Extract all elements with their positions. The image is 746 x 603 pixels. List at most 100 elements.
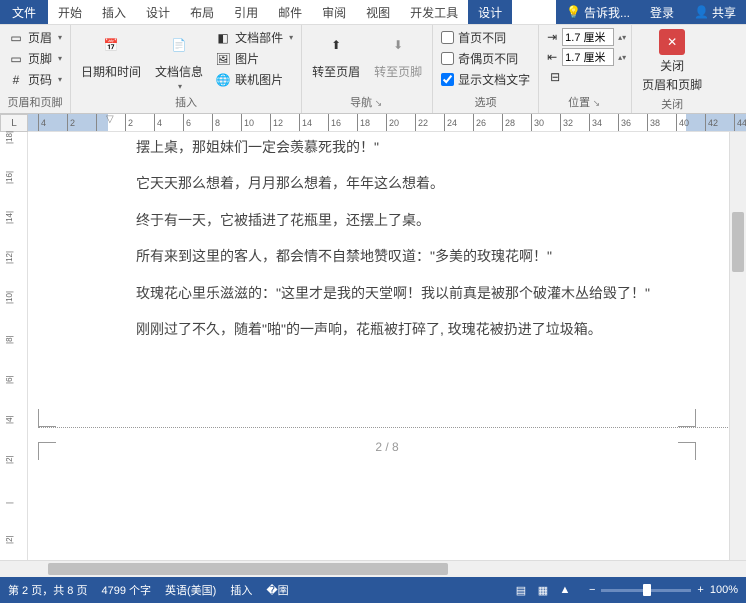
goto-footer-label: 转至页脚 (374, 63, 422, 80)
menu-references[interactable]: 引用 (224, 0, 268, 24)
menu-review[interactable]: 审阅 (312, 0, 356, 24)
footer-distance-spinner[interactable]: ⇤▴▾ (543, 47, 627, 67)
ruler-tick: 10 (241, 114, 254, 132)
zoom-slider-thumb[interactable] (643, 584, 651, 596)
share-icon: 👤 (694, 5, 709, 19)
share-label: 共享 (712, 4, 736, 21)
tell-me-label: 告诉我... (584, 4, 630, 21)
paragraph[interactable]: 终于有一天，它被插进了花瓶里，还摆上了桌。 (136, 209, 696, 231)
scrollbar-thumb[interactable] (48, 563, 448, 575)
ribbon: ▭页眉▾ ▭页脚▾ #页码▾ 页眉和页脚 📅日期和时间 📄文档信息▾ ◧文档部件… (0, 25, 746, 114)
indent-marker[interactable]: ▽ (106, 114, 114, 125)
dropdown-icon: ▾ (289, 33, 293, 42)
share-button[interactable]: 👤共享 (684, 0, 746, 24)
header-distance-spinner[interactable]: ⇥ ▴▾ (543, 27, 627, 47)
docinfo-button[interactable]: 📄文档信息▾ (149, 27, 209, 93)
paragraph[interactable]: 摆上桌，那姐妹们一定会羡慕死我的！" (136, 136, 696, 158)
zoom-slider[interactable] (601, 589, 691, 592)
diff-odd-even-checkbox[interactable]: 奇偶页不同 (437, 48, 534, 69)
dialog-launcher[interactable]: ↘ (590, 98, 602, 108)
status-track[interactable]: �圉 (266, 582, 288, 598)
spinner-icon[interactable]: ▴▾ (618, 33, 626, 42)
page-number-icon: # (8, 72, 24, 88)
dropdown-icon: ▾ (178, 82, 182, 91)
page-number-button[interactable]: #页码▾ (4, 69, 66, 90)
page-corner-mark (38, 409, 56, 427)
footer-button[interactable]: ▭页脚▾ (4, 48, 66, 69)
diff-first-input[interactable] (441, 31, 454, 44)
goto-header-button[interactable]: ⬆转至页眉 (306, 27, 366, 82)
docparts-button[interactable]: ◧文档部件▾ (211, 27, 297, 48)
view-web-layout[interactable]: ▲ (555, 581, 575, 599)
page-number-display[interactable]: 2 / 8 (28, 440, 746, 454)
horizontal-ruler[interactable]: ▽ 42246810121416182022242628303234363840… (28, 114, 746, 132)
close-header-footer-button[interactable]: ✕ 关闭 页眉和页脚 (636, 27, 708, 95)
footer-distance-input[interactable] (562, 48, 614, 66)
tell-me[interactable]: 💡告诉我... (556, 0, 640, 24)
menu-mailings[interactable]: 邮件 (268, 0, 312, 24)
paragraph[interactable]: 所有来到这里的客人，都会情不自禁地赞叹道："多美的玫瑰花啊！" (136, 245, 696, 267)
horizontal-scrollbar-row (0, 560, 746, 577)
ruler-tick: 44 (734, 114, 746, 132)
ruler-tick: 32 (560, 114, 573, 132)
goto-footer-button[interactable]: ⬇转至页脚 (368, 27, 428, 82)
ruler-tick: 24 (444, 114, 457, 132)
document-page[interactable]: 摆上桌，那姐妹们一定会羡慕死我的！" 它天天那么想着，月月那么想着，年年这么想着… (28, 132, 746, 560)
status-words[interactable]: 4799 个字 (101, 582, 151, 598)
horizontal-scrollbar[interactable] (28, 561, 746, 577)
menu-developer[interactable]: 开发工具 (400, 0, 468, 24)
paragraph[interactable]: 它天天那么想着，月月那么想着，年年这么想着。 (136, 172, 696, 194)
ruler-corner[interactable]: L (0, 114, 28, 132)
ruler-tick: |8| (5, 335, 14, 344)
diff-first-checkbox[interactable]: 首页不同 (437, 27, 534, 48)
datetime-button[interactable]: 📅日期和时间 (75, 27, 147, 82)
align-tab-button[interactable]: ⊟ (543, 67, 627, 87)
diff-odd-even-input[interactable] (441, 52, 454, 65)
menu-view[interactable]: 视图 (356, 0, 400, 24)
menu-context-design[interactable]: 设计 (468, 0, 512, 24)
docparts-icon: ◧ (215, 30, 231, 46)
goto-header-icon: ⬆ (320, 29, 352, 61)
menu-home[interactable]: 开始 (48, 0, 92, 24)
vertical-ruler[interactable]: |18||16||14||12||10||8||6||4||2|||2| (0, 132, 28, 560)
online-picture-button[interactable]: 🌐联机图片 (211, 69, 297, 90)
menu-design[interactable]: 设计 (136, 0, 180, 24)
menu-right: 💡告诉我... 登录 👤共享 (556, 0, 746, 24)
vertical-scrollbar[interactable] (729, 132, 746, 560)
status-page[interactable]: 第 2 页，共 8 页 (8, 582, 87, 598)
view-print-layout[interactable]: ▦ (533, 581, 553, 599)
scrollbar-thumb[interactable] (732, 212, 744, 272)
ruler-tick: 18 (357, 114, 370, 132)
login-button[interactable]: 登录 (640, 0, 684, 24)
dialog-launcher[interactable]: ↘ (372, 98, 384, 108)
show-doc-text-input[interactable] (441, 73, 454, 86)
menu-layout[interactable]: 布局 (180, 0, 224, 24)
ruler-tick: 8 (212, 114, 220, 132)
header-label: 页眉 (28, 29, 52, 46)
spinner-icon[interactable]: ▴▾ (618, 53, 626, 62)
zoom-in-button[interactable]: + (697, 584, 703, 596)
datetime-label: 日期和时间 (81, 63, 141, 80)
picture-button[interactable]: 🖼图片 (211, 48, 297, 69)
status-language[interactable]: 英语(美国) (165, 582, 216, 598)
status-insert-mode[interactable]: 插入 (230, 582, 252, 598)
header-distance-input[interactable] (562, 28, 614, 46)
page-number-label: 页码 (28, 71, 52, 88)
ribbon-group-nav: ⬆转至页眉 ⬇转至页脚 导航 ↘ (302, 25, 433, 113)
paragraph[interactable]: 刚刚过了不久，随着"啪"的一声响，花瓶被打碎了, 玫瑰花被扔进了垃圾箱。 (136, 318, 696, 340)
ruler-row: L ▽ 422468101214161820222426283032343638… (0, 114, 746, 132)
ruler-tick: 38 (647, 114, 660, 132)
ruler-tick: |10| (5, 291, 14, 304)
show-doc-text-checkbox[interactable]: 显示文档文字 (437, 69, 534, 90)
menu-insert[interactable]: 插入 (92, 0, 136, 24)
zoom-out-button[interactable]: − (589, 584, 595, 596)
menu-file[interactable]: 文件 (0, 0, 48, 24)
ruler-tick: 14 (299, 114, 312, 132)
paragraph[interactable]: 玫瑰花心里乐滋滋的："这里才是我的天堂啊！我以前真是被那个破灌木丛给毁了！" (136, 282, 696, 304)
view-read-mode[interactable]: ▤ (511, 581, 531, 599)
picture-label: 图片 (235, 50, 259, 67)
header-button[interactable]: ▭页眉▾ (4, 27, 66, 48)
ruler-tick: 4 (154, 114, 162, 132)
header-dist-icon: ⇥ (544, 29, 560, 45)
zoom-value[interactable]: 100% (710, 584, 738, 596)
